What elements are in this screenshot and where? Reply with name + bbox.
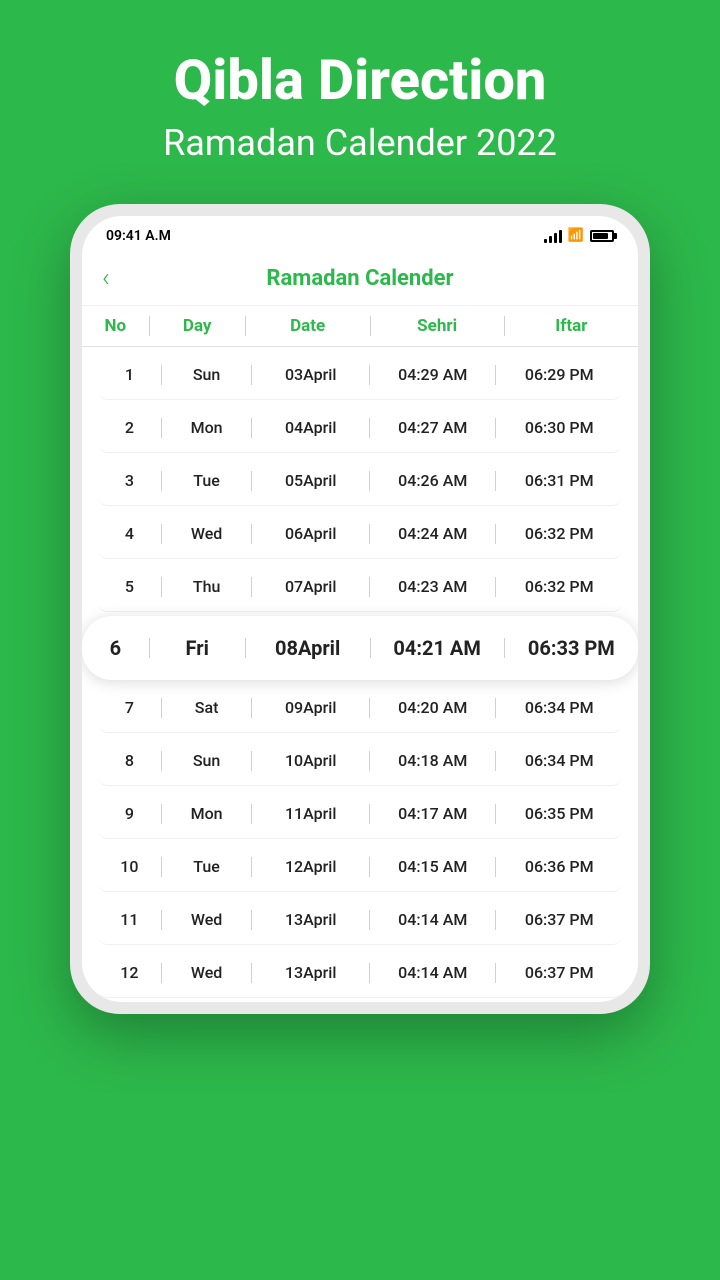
cell-iftar: 06:31 PM (496, 471, 622, 490)
table-body: 1 Sun 03April 04:29 AM 06:29 PM 2 Mon 04… (82, 351, 638, 998)
cell-date: 03April (252, 365, 369, 384)
cell-iftar: 06:30 PM (496, 418, 622, 437)
cell-date: 11April (252, 804, 369, 823)
cell-sehri: 04:18 AM (370, 751, 496, 770)
cell-day: Sun (162, 365, 252, 384)
cell-iftar: 06:34 PM (496, 751, 622, 770)
cell-iftar: 06:32 PM (496, 577, 622, 596)
cell-sehri: 04:17 AM (370, 804, 496, 823)
cell-day: Mon (162, 804, 252, 823)
cell-sehri: 04:29 AM (370, 365, 496, 384)
table-row[interactable]: 12 Wed 13April 04:14 AM 06:37 PM (98, 949, 622, 998)
table-row[interactable]: 3 Tue 05April 04:26 AM 06:31 PM (98, 457, 622, 506)
cell-sehri: 04:24 AM (370, 524, 496, 543)
cell-sehri: 04:15 AM (370, 857, 496, 876)
cell-iftar: 06:36 PM (496, 857, 622, 876)
cell-date: 06April (252, 524, 369, 543)
cell-sehri: 04:14 AM (370, 910, 496, 929)
cell-day: Tue (162, 471, 252, 490)
table-row[interactable]: 2 Mon 04April 04:27 AM 06:30 PM (98, 404, 622, 453)
table-row[interactable]: 10 Tue 12April 04:15 AM 06:36 PM (98, 843, 622, 892)
cell-iftar: 06:29 PM (496, 365, 622, 384)
cell-day: Tue (162, 857, 252, 876)
cell-sehri: 04:26 AM (370, 471, 496, 490)
cell-no: 10 (98, 857, 161, 876)
cell-date: 12April (252, 857, 369, 876)
cell-date: 10April (252, 751, 369, 770)
cell-date: 09April (252, 698, 369, 717)
table-row[interactable]: 5 Thu 07April 04:23 AM 06:32 PM (98, 563, 622, 612)
cell-no: 9 (98, 804, 161, 823)
cell-day: Mon (162, 418, 252, 437)
phone-mockup: 09:41 A.M 📶 ‹ Ramadan Calender (70, 204, 650, 1014)
table-row[interactable]: 9 Mon 11April 04:17 AM 06:35 PM (98, 790, 622, 839)
cell-day: Sat (162, 698, 252, 717)
cell-date: 07April (252, 577, 369, 596)
cell-sehri: 04:20 AM (370, 698, 496, 717)
back-button[interactable]: ‹ (102, 263, 110, 293)
col-header-date: Date (246, 316, 370, 336)
cell-no: 7 (98, 698, 161, 717)
table-row[interactable]: 8 Sun 10April 04:18 AM 06:34 PM (98, 737, 622, 786)
table-row[interactable]: 7 Sat 09April 04:20 AM 06:34 PM (98, 684, 622, 733)
table-row[interactable]: 1 Sun 03April 04:29 AM 06:29 PM (98, 351, 622, 400)
cell-sehri: 04:21 AM (371, 636, 504, 660)
cell-no: 6 (82, 636, 149, 660)
hero-subtitle: Ramadan Calender 2022 (163, 122, 557, 164)
cell-day: Fri (150, 636, 245, 660)
cell-no: 11 (98, 910, 161, 929)
col-header-no: No (82, 316, 149, 336)
cell-no: 12 (98, 963, 161, 982)
cell-iftar: 06:35 PM (496, 804, 622, 823)
cell-no: 3 (98, 471, 161, 490)
status-time: 09:41 A.M (106, 228, 171, 244)
phone-inner: 09:41 A.M 📶 ‹ Ramadan Calender (82, 216, 638, 1002)
cell-sehri: 04:27 AM (370, 418, 496, 437)
status-bar: 09:41 A.M 📶 (82, 216, 638, 252)
signal-icon (544, 229, 562, 243)
table-row[interactable]: 11 Wed 13April 04:14 AM 06:37 PM (98, 896, 622, 945)
cell-no: 1 (98, 365, 161, 384)
cell-day: Wed (162, 963, 252, 982)
cell-day: Sun (162, 751, 252, 770)
cell-sehri: 04:23 AM (370, 577, 496, 596)
col-header-iftar: Iftar (505, 316, 638, 336)
battery-icon (590, 230, 614, 242)
cell-iftar: 06:34 PM (496, 698, 622, 717)
cell-no: 8 (98, 751, 161, 770)
table-header: No Day Date Sehri Iftar (82, 306, 638, 347)
cell-day: Wed (162, 910, 252, 929)
cell-date: 05April (252, 471, 369, 490)
cell-no: 4 (98, 524, 161, 543)
table-row[interactable]: 4 Wed 06April 04:24 AM 06:32 PM (98, 510, 622, 559)
cell-iftar: 06:37 PM (496, 963, 622, 982)
status-icons: 📶 (544, 228, 614, 243)
wifi-icon: 📶 (568, 228, 584, 243)
hero-section: Qibla Direction Ramadan Calender 2022 (0, 0, 720, 164)
calendar-table: No Day Date Sehri Iftar 1 Sun 03April 04… (82, 306, 638, 998)
cell-sehri: 04:14 AM (370, 963, 496, 982)
hero-title: Qibla Direction (174, 50, 547, 112)
cell-day: Wed (162, 524, 252, 543)
screen-title: Ramadan Calender (266, 266, 453, 291)
cell-date: 13April (252, 910, 369, 929)
table-row[interactable]: 6 Fri 08April 04:21 AM 06:33 PM (82, 616, 638, 680)
col-header-sehri: Sehri (371, 316, 504, 336)
cell-date: 04April (252, 418, 369, 437)
cell-day: Thu (162, 577, 252, 596)
cell-iftar: 06:33 PM (505, 636, 638, 660)
cell-date: 08April (246, 636, 370, 660)
app-header: ‹ Ramadan Calender (82, 252, 638, 306)
col-header-day: Day (150, 316, 245, 336)
cell-no: 5 (98, 577, 161, 596)
cell-no: 2 (98, 418, 161, 437)
cell-date: 13April (252, 963, 369, 982)
cell-iftar: 06:37 PM (496, 910, 622, 929)
cell-iftar: 06:32 PM (496, 524, 622, 543)
